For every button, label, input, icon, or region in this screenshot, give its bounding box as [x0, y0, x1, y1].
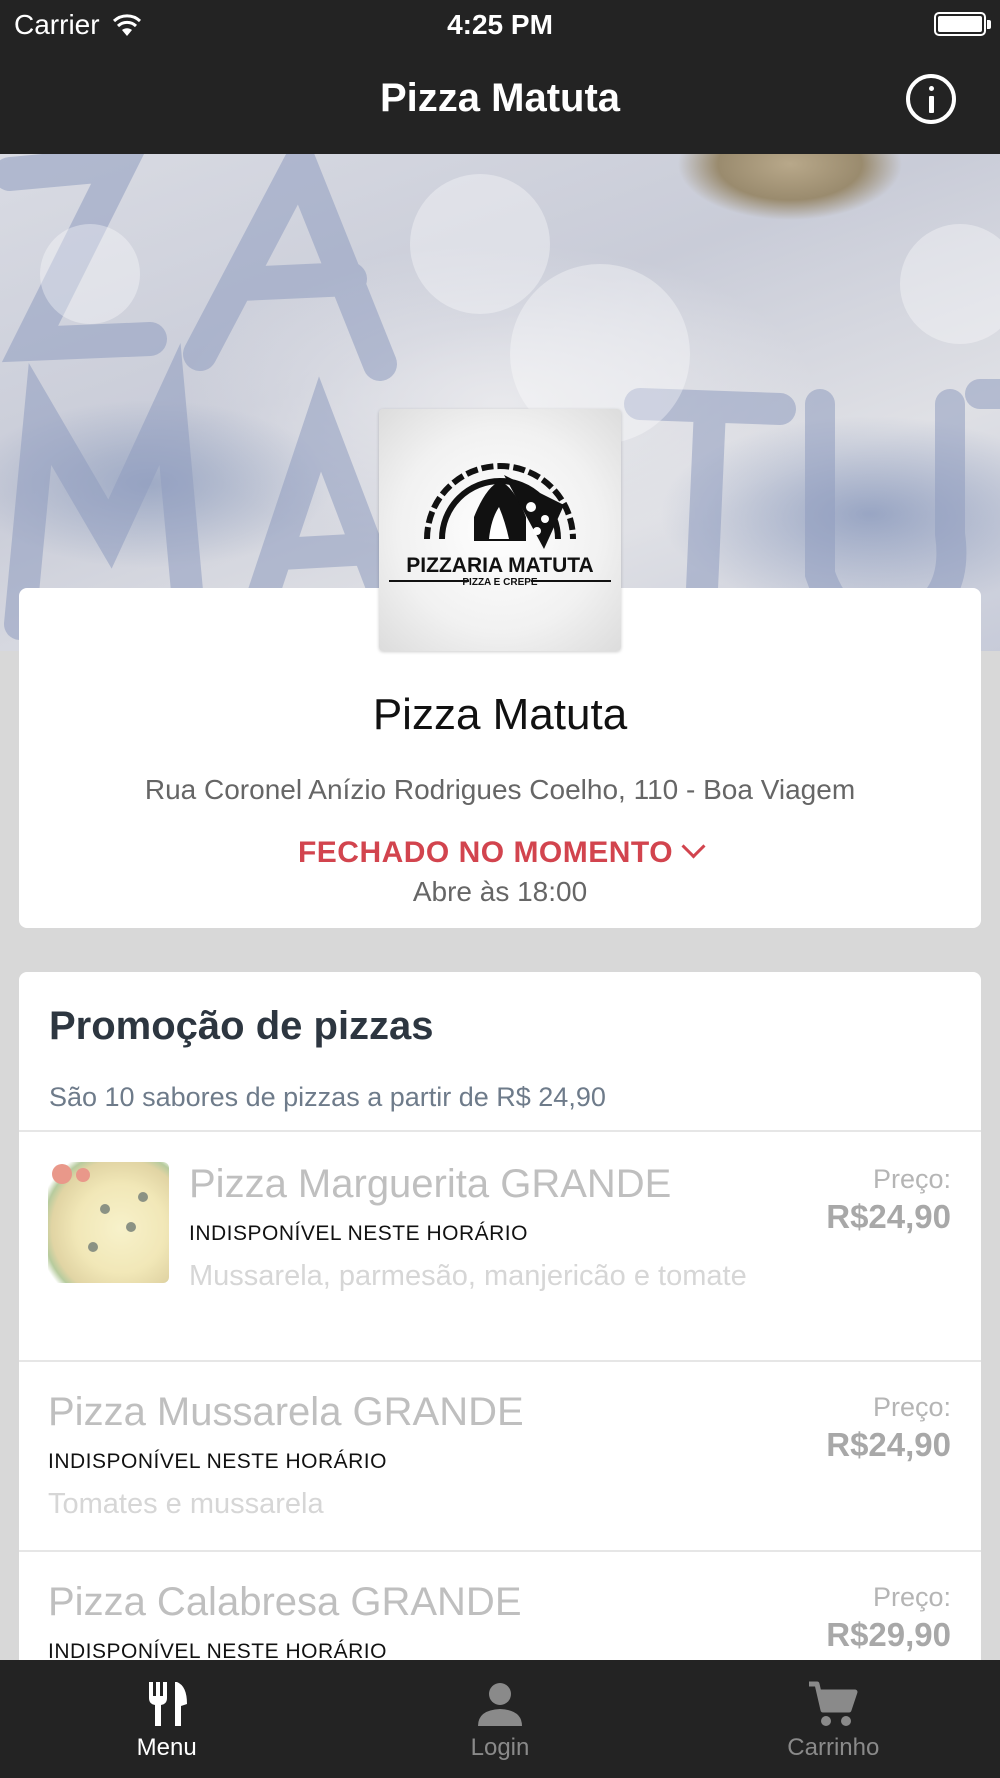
store-name: Pizza Matuta — [372, 690, 628, 739]
item-name: Pizza Calabresa GRANDE — [48, 1580, 522, 1624]
person-icon — [477, 1683, 522, 1726]
price-label: Preço: — [872, 1582, 951, 1612]
fork-knife-icon — [148, 1682, 187, 1726]
status-bar: Carrier 4:25 PM — [0, 0, 1000, 50]
pizza-oven-logo-icon: PIZZARIA MATUTA PIZZA E CREPE — [389, 463, 611, 588]
tab-login[interactable]: Login — [333, 1660, 666, 1778]
store-logo: PIZZARIA MATUTA PIZZA E CREPE — [379, 409, 621, 651]
opening-time: Abre às 18:00 — [412, 876, 588, 907]
item-price: R$29,90 — [826, 1616, 951, 1653]
item-name: Pizza Mussarela GRANDE — [48, 1390, 524, 1434]
item-price: R$24,90 — [826, 1426, 951, 1463]
info-icon[interactable] — [906, 74, 956, 124]
price-label: Preço: — [872, 1392, 951, 1422]
menu-item-mussarela[interactable]: Pizza Mussarela GRANDE INDISPONÍVEL NEST… — [19, 1360, 981, 1550]
item-availability: INDISPONÍVEL NESTE HORÁRIO — [48, 1450, 387, 1473]
item-name: Pizza Marguerita GRANDE — [189, 1162, 672, 1206]
price-label: Preço: — [872, 1164, 951, 1194]
status-time: 4:25 PM — [447, 9, 553, 40]
section-description: São 10 sabores de pizzas a partir de R$ … — [49, 1082, 606, 1112]
navigation-bar: Pizza Matuta — [0, 50, 1000, 154]
tab-bar: Menu Login Carrinho — [0, 1660, 1000, 1778]
cart-icon — [809, 1681, 858, 1726]
item-price: R$24,90 — [826, 1198, 951, 1235]
store-status-label: FECHADO NO MOMENTO — [297, 836, 674, 869]
battery-icon — [934, 12, 991, 36]
store-status-toggle[interactable]: FECHADO NO MOMENTO — [19, 834, 981, 870]
menu-section-card: Promoção de pizzas São 10 sabores de piz… — [19, 972, 981, 1692]
tab-menu[interactable]: Menu — [0, 1660, 333, 1778]
tab-label: Login — [470, 1734, 530, 1761]
tab-carrinho[interactable]: Carrinho — [667, 1660, 1000, 1778]
item-description: Tomates e mussarela — [48, 1488, 324, 1520]
item-availability: INDISPONÍVEL NESTE HORÁRIO — [189, 1222, 528, 1245]
item-description: Mussarela, parmesão, manjericão e tomate — [189, 1260, 747, 1292]
tab-label: Carrinho — [787, 1734, 880, 1761]
svg-text:PIZZARIA MATUTA: PIZZARIA MATUTA — [406, 554, 593, 577]
svg-text:PIZZA E CREPE: PIZZA E CREPE — [462, 577, 538, 588]
chevron-down-icon — [681, 834, 706, 859]
pizza-thumbnail — [48, 1162, 169, 1283]
section-title: Promoção de pizzas — [49, 1004, 434, 1048]
store-address: Rua Coronel Anízio Rodrigues Coelho, 110… — [144, 774, 856, 805]
nav-title: Pizza Matuta — [379, 76, 621, 120]
menu-item-marguerita[interactable]: Pizza Marguerita GRANDE INDISPONÍVEL NES… — [19, 1130, 981, 1360]
tab-label: Menu — [136, 1734, 197, 1761]
